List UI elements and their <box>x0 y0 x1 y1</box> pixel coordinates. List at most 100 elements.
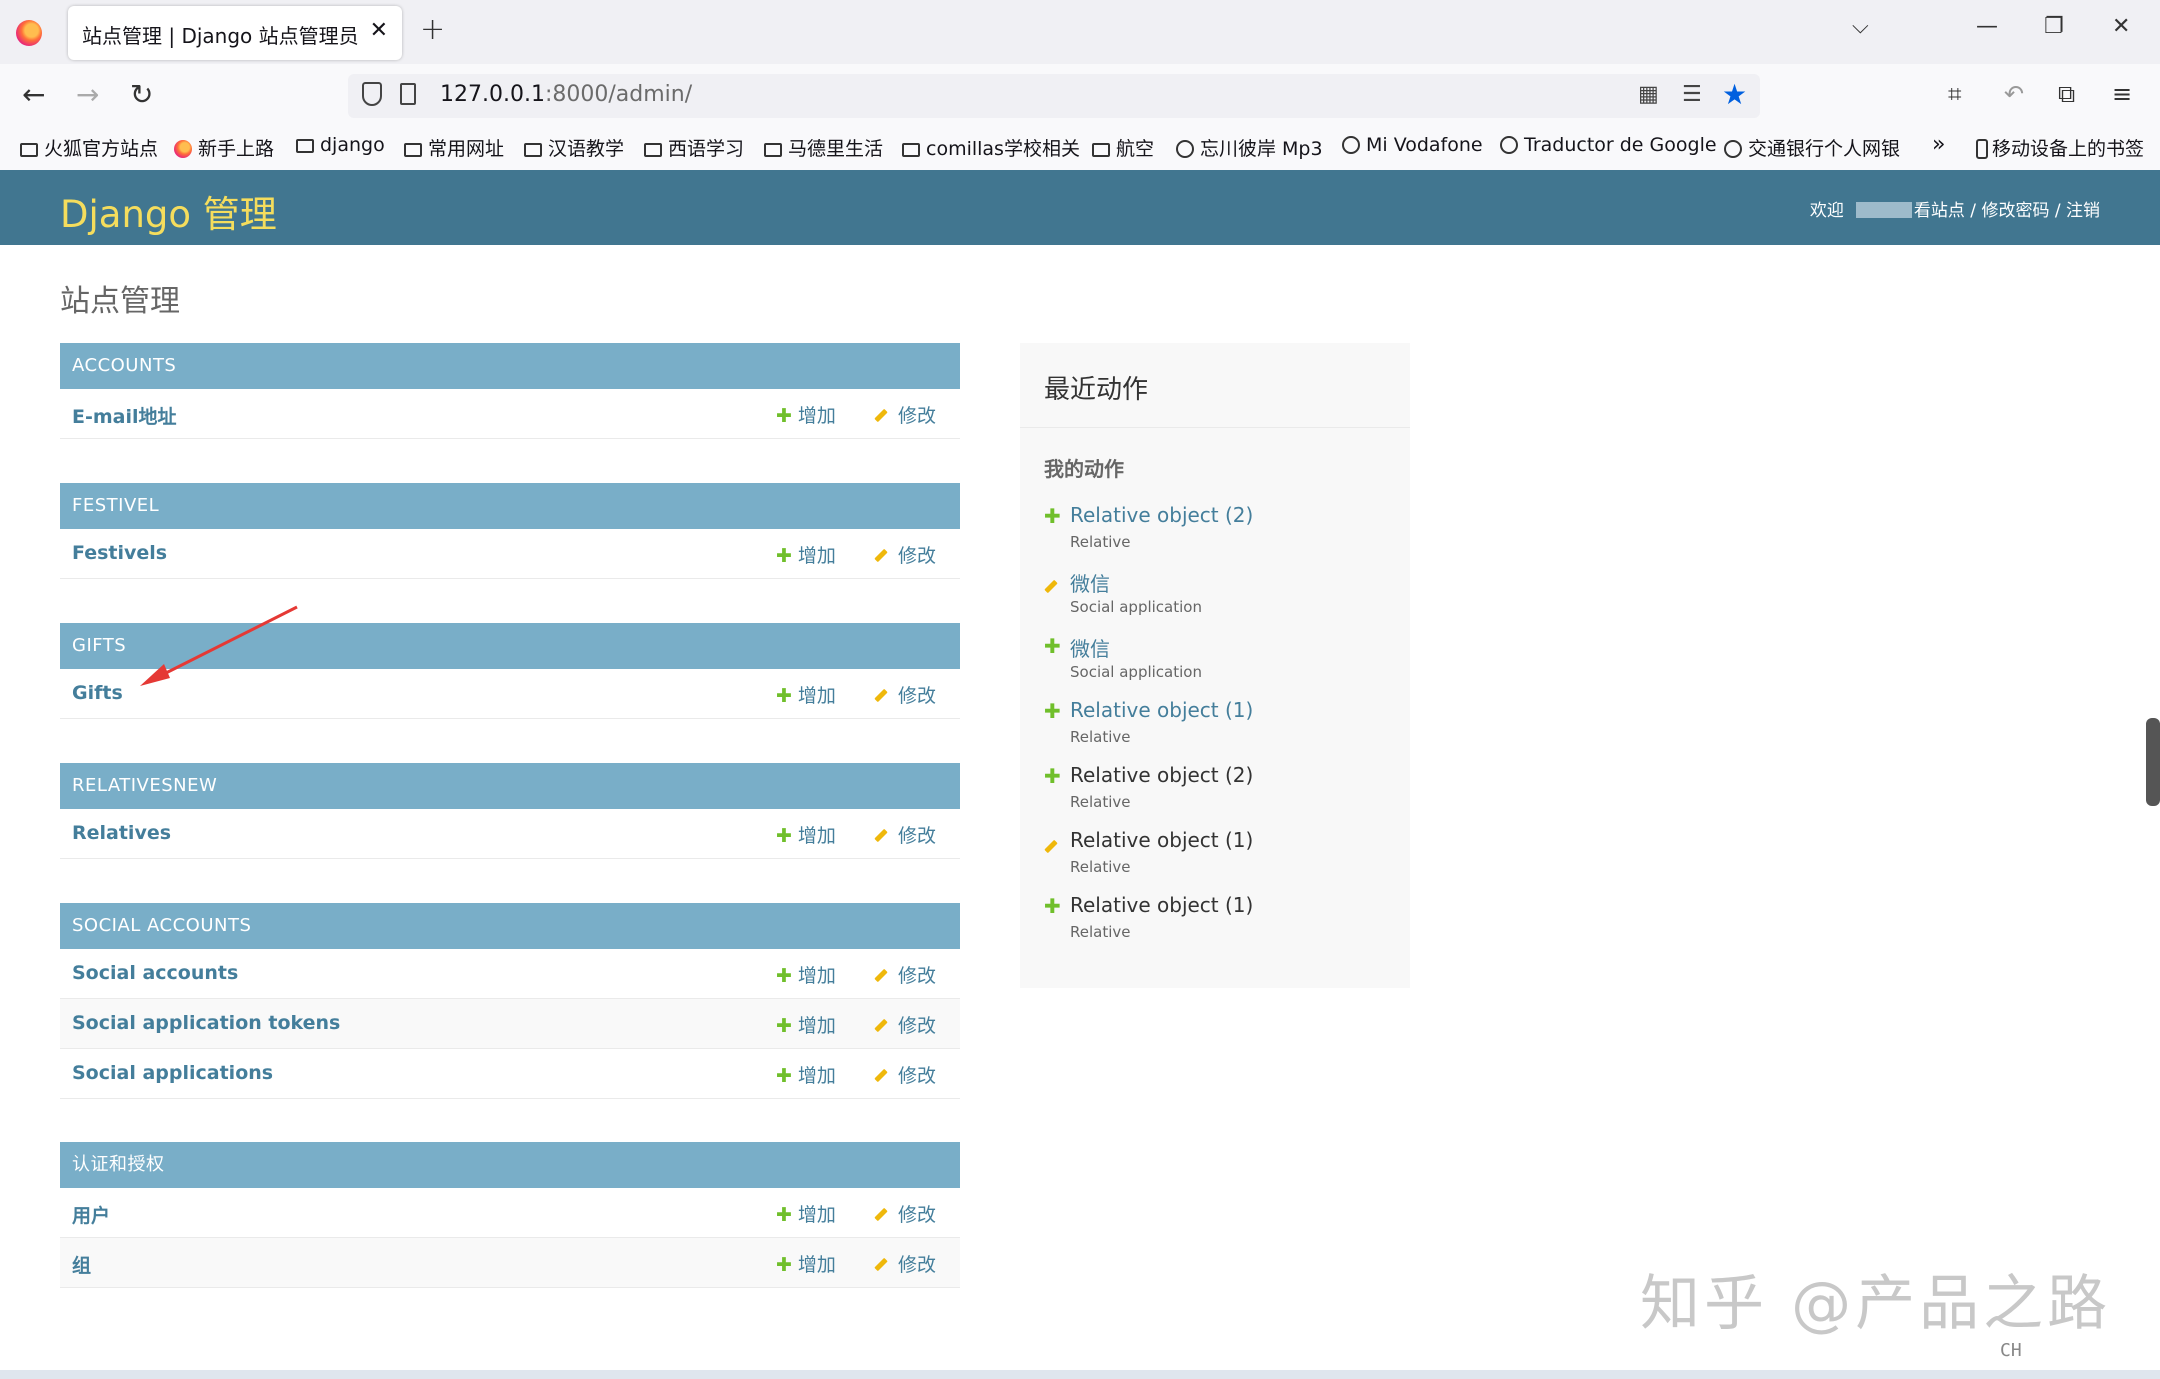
model-link[interactable]: E-mail地址 <box>72 402 177 429</box>
change-link[interactable]: 修改 <box>874 541 936 568</box>
back-icon[interactable]: ← <box>22 78 45 111</box>
change-link[interactable]: 修改 <box>874 1061 936 1088</box>
mobile-bookmarks[interactable]: 移动设备上的书签 <box>1976 134 2144 161</box>
action-object-link[interactable]: 微信 <box>1070 568 1110 597</box>
bookmark-item[interactable]: 汉语教学 <box>524 134 624 161</box>
logout-link[interactable]: 注销 <box>2066 201 2100 221</box>
change-link[interactable]: 修改 <box>874 961 936 988</box>
add-link[interactable]: ✚ 增加 <box>776 1061 836 1088</box>
change-link[interactable]: 修改 <box>874 1200 936 1227</box>
watermark: 知乎 @产品之路 <box>1640 1269 2112 1339</box>
crop-screenshot-icon[interactable]: ⌗ <box>1948 80 1962 108</box>
add-link[interactable]: ✚ 增加 <box>776 541 836 568</box>
add-link[interactable]: ✚ 增加 <box>776 1200 836 1227</box>
add-link[interactable]: ✚ 增加 <box>776 401 836 428</box>
model-link[interactable]: Social applications <box>72 1062 273 1084</box>
bookmark-star-icon[interactable]: ★ <box>1722 78 1747 111</box>
action-object-link[interactable]: Relative object (2) <box>1070 503 1253 527</box>
app-module-gifts: GIFTS Gifts ✚ 增加 修改 <box>60 623 960 719</box>
bookmarks-bar: 火狐官方站点 新手上路 django 常用网址 汉语教学 西语学习 马德里生活 … <box>0 130 2160 170</box>
bookmark-item[interactable]: Traductor de Google <box>1500 134 1717 156</box>
module-caption[interactable]: GIFTS <box>60 623 960 669</box>
url-text[interactable]: 127.0.0.1:8000/admin/ <box>440 82 692 107</box>
model-link[interactable]: Social accounts <box>72 962 238 984</box>
extensions-icon[interactable]: ⧉ <box>2058 80 2075 108</box>
close-tab-icon[interactable]: ✕ <box>370 18 388 43</box>
bookmark-item[interactable]: 西语学习 <box>644 134 744 161</box>
site-branding[interactable]: Django 管理 <box>60 184 277 238</box>
model-link[interactable]: Relatives <box>72 822 171 844</box>
model-link[interactable]: 用户 <box>72 1201 110 1228</box>
bookmark-item[interactable]: 火狐官方站点 <box>20 134 158 161</box>
browser-tab[interactable]: 站点管理 | Django 站点管理员 ✕ <box>68 6 402 60</box>
bookmark-item[interactable]: 航空 <box>1092 134 1154 161</box>
change-password-link[interactable]: 修改密码 <box>1981 201 2049 221</box>
tracking-shield-icon[interactable] <box>362 82 382 106</box>
address-bar[interactable]: 127.0.0.1:8000/admin/ ▦ ☰ ★ <box>348 74 1760 118</box>
module-caption[interactable]: 认证和授权 <box>60 1142 960 1188</box>
my-actions-title: 我的动作 <box>1044 457 1124 481</box>
tab-list-chevron-icon[interactable]: ⌵ <box>1852 14 1869 39</box>
action-object-type: Social application <box>1070 663 1202 681</box>
bookmark-item[interactable]: 忘川彼岸 Mp3 <box>1176 134 1323 161</box>
folder-icon <box>764 143 782 157</box>
reader-view-icon[interactable]: ☰ <box>1682 82 1702 107</box>
add-icon: ✚ <box>776 1065 792 1087</box>
add-icon: ✚ <box>776 685 792 707</box>
blurred-username <box>1855 202 1912 218</box>
folder-icon <box>1092 143 1110 157</box>
model-link[interactable]: Gifts <box>72 682 123 704</box>
more-bookmarks-icon[interactable]: » <box>1932 132 1945 157</box>
ime-indicator[interactable]: CH <box>2000 1340 2022 1361</box>
new-tab-icon[interactable]: + <box>420 12 445 47</box>
firefox-icon[interactable] <box>16 20 42 46</box>
model-row: Social applications ✚ 增加 修改 <box>60 1049 960 1099</box>
module-caption[interactable]: RELATIVESNEW <box>60 763 960 809</box>
module-caption[interactable]: ACCOUNTS <box>60 343 960 389</box>
folder-icon <box>20 143 38 157</box>
bookmark-item[interactable]: 新手上路 <box>174 134 274 161</box>
restore-icon[interactable]: ❐ <box>2044 14 2064 39</box>
view-site-link[interactable]: 看站点 <box>1914 201 1965 221</box>
forward-icon[interactable]: → <box>76 78 99 111</box>
menu-icon[interactable]: ≡ <box>2112 80 2132 108</box>
add-link[interactable]: ✚ 增加 <box>776 961 836 988</box>
bookmark-item[interactable]: comillas学校相关 <box>902 134 1080 161</box>
firefox-icon <box>174 140 192 158</box>
pencil-icon <box>874 1018 888 1033</box>
action-object-link[interactable]: Relative object (1) <box>1070 698 1253 722</box>
change-link[interactable]: 修改 <box>874 1011 936 1038</box>
action-object-link[interactable]: 微信 <box>1070 633 1110 662</box>
change-link[interactable]: 修改 <box>874 681 936 708</box>
model-link[interactable]: Social application tokens <box>72 1012 340 1034</box>
bookmark-item[interactable]: django <box>296 134 385 156</box>
add-link[interactable]: ✚ 增加 <box>776 681 836 708</box>
add-link[interactable]: ✚ 增加 <box>776 821 836 848</box>
page-info-icon[interactable] <box>400 83 416 105</box>
action-object-type: Relative <box>1070 858 1131 876</box>
minimize-icon[interactable]: — <box>1976 14 1998 39</box>
bookmark-item[interactable]: 常用网址 <box>404 134 504 161</box>
model-link[interactable]: 组 <box>72 1251 91 1278</box>
undo-icon[interactable]: ↶ <box>2004 80 2024 108</box>
bookmark-item[interactable]: 马德里生活 <box>764 134 883 161</box>
module-caption[interactable]: FESTIVEL <box>60 483 960 529</box>
reload-icon[interactable]: ↻ <box>130 78 153 111</box>
bookmark-item[interactable]: Mi Vodafone <box>1342 134 1483 156</box>
change-link[interactable]: 修改 <box>874 1250 936 1277</box>
scrollbar-thumb[interactable] <box>2146 718 2160 806</box>
globe-icon <box>1500 136 1518 154</box>
bookmark-item[interactable]: 交通银行个人网银 <box>1724 134 1900 161</box>
pencil-icon <box>874 548 888 563</box>
module-caption[interactable]: SOCIAL ACCOUNTS <box>60 903 960 949</box>
change-link[interactable]: 修改 <box>874 821 936 848</box>
add-icon: ✚ <box>1044 699 1061 723</box>
close-window-icon[interactable]: ✕ <box>2112 14 2130 39</box>
add-link[interactable]: ✚ 增加 <box>776 1011 836 1038</box>
add-link[interactable]: ✚ 增加 <box>776 1250 836 1277</box>
pencil-icon <box>874 688 888 703</box>
qr-code-icon[interactable]: ▦ <box>1638 82 1659 107</box>
model-link[interactable]: Festivels <box>72 542 167 564</box>
change-link[interactable]: 修改 <box>874 401 936 428</box>
add-icon: ✚ <box>776 405 792 427</box>
